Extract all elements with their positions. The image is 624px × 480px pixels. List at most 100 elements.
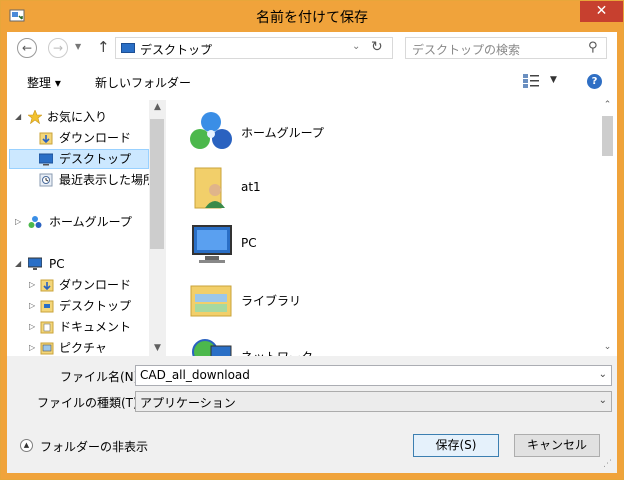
recent-places-icon xyxy=(39,173,53,187)
nav-item-label: ダウンロード xyxy=(59,131,132,145)
nav-item-desktop[interactable]: デスクトップ xyxy=(9,149,149,169)
scroll-up-icon[interactable]: ⌃ xyxy=(599,100,616,110)
list-item-network[interactable]: ネットワーク xyxy=(187,332,487,356)
downloads-folder-icon xyxy=(39,132,53,145)
file-list-scrollbar[interactable]: ⌃ ⌄ xyxy=(599,100,616,356)
command-toolbar: 整理 ▾ 新しいフォルダー ▼ ? xyxy=(7,68,617,98)
filetype-value: アプリケーション xyxy=(140,396,236,410)
resize-grip-icon[interactable]: ⋰ xyxy=(603,459,612,469)
expander-icon[interactable]: ▷ xyxy=(15,212,21,232)
filetype-select[interactable]: アプリケーション ⌄ xyxy=(135,391,612,412)
network-icon xyxy=(192,339,232,356)
list-item-libraries[interactable]: ライブラリ xyxy=(187,276,487,328)
expander-icon[interactable]: ▷ xyxy=(29,317,35,337)
chevron-down-icon[interactable]: ⌄ xyxy=(599,369,607,380)
item-label: ネットワーク xyxy=(241,348,313,356)
list-item-user-folder[interactable]: at1 xyxy=(187,164,487,216)
scrollbar-thumb[interactable] xyxy=(150,119,164,249)
nav-item-label: ドキュメント xyxy=(59,320,132,334)
item-label: PC xyxy=(241,236,257,250)
documents-folder-icon xyxy=(40,321,54,334)
pc-icon xyxy=(28,257,42,270)
nav-item-pc[interactable]: ◢ PC xyxy=(7,254,151,274)
expander-icon[interactable]: ◢ xyxy=(15,254,21,274)
list-item-pc[interactable]: PC xyxy=(187,220,487,272)
chevron-down-icon[interactable]: ⌄ xyxy=(599,395,607,406)
hide-folders-label[interactable]: フォルダーの非表示 xyxy=(40,438,148,455)
item-label: ホームグループ xyxy=(241,126,324,140)
pc-icon xyxy=(192,225,232,263)
search-placeholder: デスクトップの検索 xyxy=(412,43,521,57)
nav-item-label: ホームグループ xyxy=(49,215,132,229)
address-bar[interactable]: デスクトップ › ⌄ ↻ xyxy=(115,37,393,59)
scroll-down-icon[interactable]: ⌄ xyxy=(599,342,616,352)
nav-item-pc-desktop[interactable]: ▷ デスクトップ xyxy=(7,296,151,316)
star-icon xyxy=(28,110,42,124)
nav-item-pc-documents[interactable]: ▷ ドキュメント xyxy=(7,317,151,337)
title-bar[interactable]: 名前を付けて保存 ✕ xyxy=(1,1,623,32)
nav-item-label: 最近表示した場所 xyxy=(59,173,156,187)
refresh-button[interactable]: ↻ xyxy=(371,39,383,55)
nav-item-recent-places[interactable]: 最近表示した場所 xyxy=(7,170,155,190)
downloads-folder-icon xyxy=(40,279,54,292)
user-folder-icon xyxy=(194,167,225,209)
save-dialog-window: 名前を付けて保存 ✕ ← → ▼ ↑ デスクトップ › ⌄ ↻ デスクトップの検… xyxy=(0,0,624,480)
pictures-folder-icon xyxy=(40,342,54,355)
help-icon[interactable]: ? xyxy=(587,74,602,89)
nav-item-downloads[interactable]: ダウンロード xyxy=(7,128,151,148)
scroll-down-icon[interactable]: ▼ xyxy=(149,343,166,353)
filetype-label: ファイルの種類(T): xyxy=(37,396,142,410)
nav-item-label: デスクトップ xyxy=(59,152,132,166)
address-breadcrumb[interactable]: デスクトップ xyxy=(140,41,212,58)
save-options-panel: ファイル名(N): CAD_all_download ⌄ ファイルの種類(T):… xyxy=(7,356,617,473)
nav-item-label: PC xyxy=(49,257,65,271)
filename-field[interactable]: CAD_all_download ⌄ xyxy=(135,365,612,386)
filename-label: ファイル名(N): xyxy=(60,370,143,384)
expander-icon[interactable]: ◢ xyxy=(15,107,21,127)
nav-item-pc-pictures[interactable]: ▷ ピクチャ xyxy=(7,338,151,356)
navigation-pane: ◢ お気に入り ダウンロード デスクトップ 最近表示した場所 ▷ ホームグループ xyxy=(7,100,167,356)
navigation-bar: ← → ▼ ↑ デスクトップ › ⌄ ↻ デスクトップの検索 ⚲ xyxy=(7,32,617,65)
back-button[interactable]: ← xyxy=(17,38,37,58)
desktop-folder-icon xyxy=(40,300,54,313)
homegroup-icon xyxy=(190,112,232,149)
file-list: ホームグループ at1 PC ライブラリ ⌃ ⌄ xyxy=(167,100,617,356)
expander-icon[interactable]: ▷ xyxy=(29,296,35,316)
window-title: 名前を付けて保存 xyxy=(256,10,368,26)
recent-locations-icon[interactable]: ▼ xyxy=(75,42,81,51)
cancel-button[interactable]: キャンセル xyxy=(514,434,600,457)
nav-item-label: ピクチャ xyxy=(59,341,107,355)
desktop-icon xyxy=(121,43,135,53)
new-folder-button[interactable]: 新しいフォルダー xyxy=(95,74,191,91)
expander-icon[interactable]: ▷ xyxy=(29,338,35,356)
scroll-up-icon[interactable]: ▲ xyxy=(149,102,166,112)
expander-icon[interactable]: ▷ xyxy=(29,275,35,295)
search-icon[interactable]: ⚲ xyxy=(588,40,598,55)
save-button[interactable]: 保存(S) xyxy=(413,434,499,457)
nav-item-homegroup[interactable]: ▷ ホームグループ xyxy=(7,212,151,232)
view-options-icon[interactable] xyxy=(523,74,539,88)
navigation-pane-scrollbar[interactable]: ▲ ▼ xyxy=(149,100,166,356)
list-item-homegroup[interactable]: ホームグループ xyxy=(187,108,487,160)
chevron-up-icon[interactable]: ▲ xyxy=(20,439,33,452)
item-label: ライブラリ xyxy=(241,294,302,308)
nav-item-label: ダウンロード xyxy=(59,278,132,292)
nav-item-label: デスクトップ xyxy=(59,299,132,313)
nav-item-label: お気に入り xyxy=(47,110,108,124)
up-button[interactable]: ↑ xyxy=(97,38,110,56)
libraries-icon xyxy=(190,285,232,317)
breadcrumb-chevron-icon[interactable]: › xyxy=(205,41,209,52)
organize-button[interactable]: 整理 ▾ xyxy=(27,74,61,91)
dialog-client-area: ← → ▼ ↑ デスクトップ › ⌄ ↻ デスクトップの検索 ⚲ 整理 ▾ 新し… xyxy=(7,32,617,473)
item-label: at1 xyxy=(241,180,261,194)
nav-item-pc-downloads[interactable]: ▷ ダウンロード xyxy=(7,275,151,295)
homegroup-icon xyxy=(28,216,42,228)
close-button[interactable]: ✕ xyxy=(580,1,623,22)
address-dropdown-icon[interactable]: ⌄ xyxy=(352,41,360,52)
view-dropdown-icon[interactable]: ▼ xyxy=(550,75,557,85)
forward-button[interactable]: → xyxy=(48,38,68,58)
filename-value[interactable]: CAD_all_download xyxy=(140,368,250,382)
scrollbar-thumb[interactable] xyxy=(602,116,613,156)
search-box[interactable]: デスクトップの検索 ⚲ xyxy=(405,37,607,59)
nav-item-favorites[interactable]: ◢ お気に入り xyxy=(7,107,151,127)
